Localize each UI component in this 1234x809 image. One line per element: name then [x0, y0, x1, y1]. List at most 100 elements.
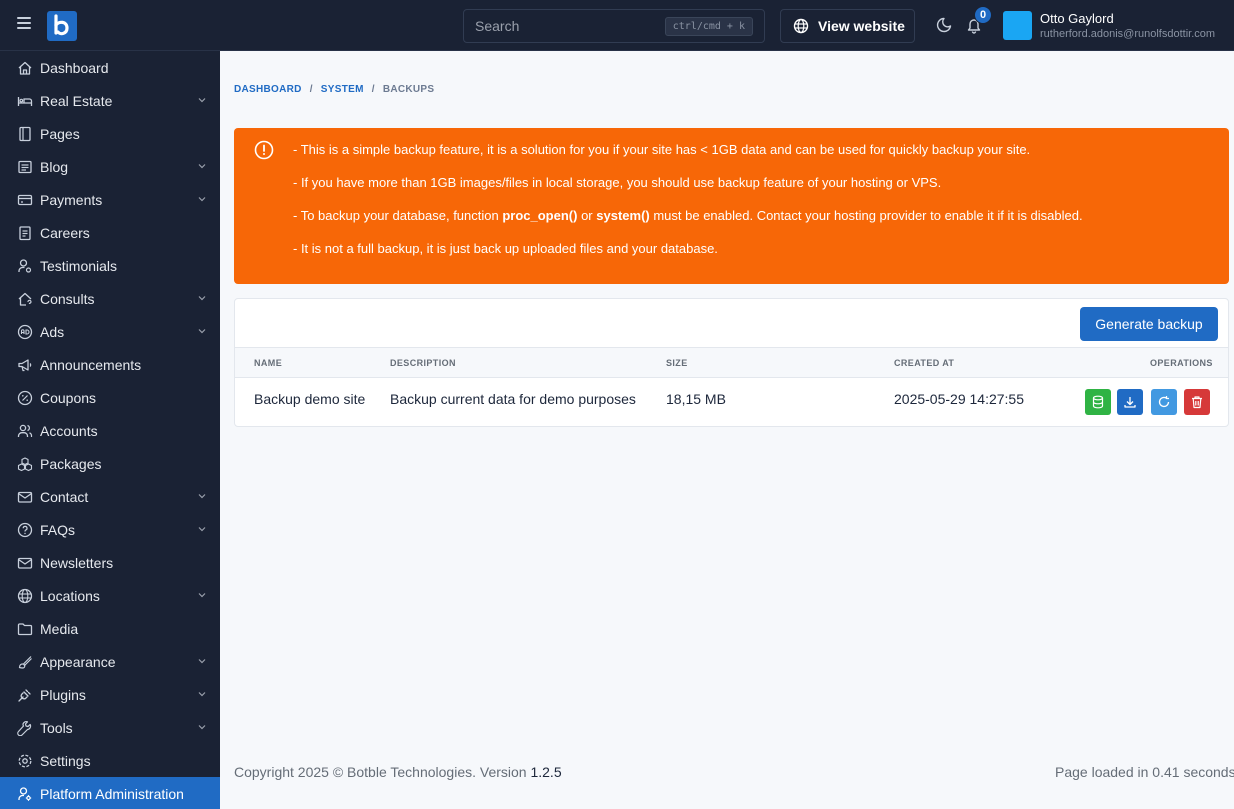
plug-icon: [18, 688, 31, 702]
breadcrumb-dashboard[interactable]: DASHBOARD: [234, 84, 302, 95]
sidebar-item-coupons[interactable]: Coupons: [0, 381, 220, 414]
sidebar-item-label: Blog: [40, 158, 69, 175]
trash-icon: [1192, 396, 1202, 409]
page-load-time: Page loaded in 0.41 seconds: [1055, 764, 1234, 780]
sidebar-item-label: Pages: [40, 125, 80, 142]
sidebar-item-appearance[interactable]: Appearance: [0, 645, 220, 678]
sidebar-item-testimonials[interactable]: Testimonials: [0, 249, 220, 282]
sidebar-item-announcements[interactable]: Announcements: [0, 348, 220, 381]
sidebar-item-packages[interactable]: Packages: [0, 447, 220, 480]
sidebar-item-label: Platform Administration: [40, 785, 184, 802]
sidebar-item-label: Contact: [40, 488, 89, 505]
restore-backup-button[interactable]: [1085, 389, 1111, 415]
sidebar-item-pages[interactable]: Pages: [0, 117, 220, 150]
user-email: rutherford.adonis@runolfsdottir.com: [1040, 28, 1216, 40]
footer-copyright: Copyright 2025 © Botble Technologies. Ve…: [234, 764, 562, 780]
chevron-down-icon: [198, 527, 206, 532]
alert-line: - To backup your database, function proc…: [293, 208, 1083, 223]
sidebar-item-label: Ads: [40, 323, 65, 340]
chevron-down-icon: [198, 692, 206, 697]
sidebar-item-label: Consults: [40, 290, 95, 307]
breadcrumb-system[interactable]: SYSTEM: [321, 84, 364, 95]
sidebar-item-label: Appearance: [40, 653, 116, 670]
chevron-down-icon: [198, 197, 206, 202]
column-header-size: SIZE: [666, 358, 688, 368]
sidebar-item-accounts[interactable]: Accounts: [0, 414, 220, 447]
mail-icon: [17, 491, 33, 503]
alert-function-name: proc_open(): [502, 208, 578, 223]
backup-description: Backup current data for demo purposes: [390, 391, 636, 407]
sidebar-item-newsletters[interactable]: Newsletters: [0, 546, 220, 579]
notification-count-badge: 0: [974, 6, 992, 24]
sidebar-item-label: Real Estate: [40, 92, 113, 109]
column-header-created-at: CREATED AT: [894, 358, 955, 368]
sidebar-item-label: Dashboard: [40, 59, 109, 76]
sidebar-item-blog[interactable]: Blog: [0, 150, 220, 183]
sidebar-item-real-estate[interactable]: Real Estate: [0, 84, 220, 117]
sidebar-item-label: Settings: [40, 752, 91, 769]
menu-toggle-icon[interactable]: [17, 17, 31, 31]
database-icon: [1092, 395, 1104, 409]
home-question-icon: [18, 292, 32, 306]
ad-circle-icon: [17, 324, 33, 339]
sidebar-item-label: Packages: [40, 455, 102, 472]
alert-line: - It is not a full backup, it is just ba…: [293, 241, 718, 256]
refresh-backup-button[interactable]: [1151, 389, 1177, 415]
breadcrumb: DASHBOARD / SYSTEM / BACKUPS: [234, 84, 434, 95]
app-logo[interactable]: [47, 11, 77, 41]
sidebar-item-tools[interactable]: Tools: [0, 711, 220, 744]
sidebar-item-media[interactable]: Media: [0, 612, 220, 645]
sidebar-item-label: Testimonials: [40, 257, 118, 274]
backup-warning-alert: - This is a simple backup feature, it is…: [234, 128, 1229, 284]
sidebar-item-label: Announcements: [40, 356, 142, 373]
sidebar-item-platform-administration[interactable]: Platform Administration: [0, 777, 220, 809]
chevron-down-icon: [198, 659, 206, 664]
chevron-down-icon: [198, 296, 206, 301]
sidebar-item-settings[interactable]: Settings: [0, 744, 220, 777]
view-website-button[interactable]: View website: [780, 9, 915, 43]
moon-icon[interactable]: [936, 17, 952, 33]
search-shortcut-hint: ctrl/cmd + k: [664, 16, 753, 36]
search-input[interactable]: Search ctrl/cmd + k: [463, 9, 765, 43]
home-icon: [18, 61, 32, 75]
backup-created-at: 2025-05-29 14:27:55: [894, 391, 1024, 407]
sidebar-item-label: Accounts: [40, 422, 98, 439]
avatar[interactable]: [1003, 11, 1032, 40]
credit-card-icon: [17, 194, 33, 205]
help-circle-icon: [17, 522, 33, 537]
breadcrumb-current: BACKUPS: [382, 84, 435, 95]
sidebar-item-plugins[interactable]: Plugins: [0, 678, 220, 711]
sidebar-item-dashboard[interactable]: Dashboard: [0, 51, 220, 84]
users-icon: [17, 424, 33, 437]
sidebar: Dashboard Real Estate Pages Blog Payment…: [0, 51, 220, 809]
sidebar-item-payments[interactable]: Payments: [0, 183, 220, 216]
breadcrumb-separator: /: [309, 84, 313, 95]
chevron-down-icon: [198, 593, 206, 598]
column-header-name: NAME: [254, 358, 283, 368]
clipboard-icon: [19, 225, 31, 240]
sidebar-item-contact[interactable]: Contact: [0, 480, 220, 513]
alert-text: must be enabled. Contact your hosting pr…: [649, 208, 1083, 223]
backup-name: Backup demo site: [254, 391, 366, 407]
sidebar-item-careers[interactable]: Careers: [0, 216, 220, 249]
sidebar-item-faqs[interactable]: FAQs: [0, 513, 220, 546]
generate-backup-button[interactable]: Generate backup: [1080, 307, 1218, 341]
download-backup-button[interactable]: [1117, 389, 1143, 415]
bed-icon: [17, 96, 33, 106]
version-number: 1.2.5: [530, 764, 562, 780]
brush-icon: [18, 655, 32, 669]
table-header: NAME DESCRIPTION SIZE CREATED AT OPERATI…: [235, 347, 1228, 378]
chevron-down-icon: [198, 329, 206, 334]
sidebar-item-label: Coupons: [40, 389, 97, 406]
mail-icon: [17, 557, 33, 569]
backups-card: Generate backup NAME DESCRIPTION SIZE CR…: [234, 298, 1229, 427]
top-bar: Search ctrl/cmd + k View website 0 Otto …: [0, 0, 1234, 51]
user-name[interactable]: Otto Gaylord: [1040, 11, 1114, 26]
view-website-label: View website: [818, 18, 905, 34]
delete-backup-button[interactable]: [1184, 389, 1210, 415]
sidebar-item-consults[interactable]: Consults: [0, 282, 220, 315]
tool-icon: [17, 720, 32, 736]
sidebar-item-locations[interactable]: Locations: [0, 579, 220, 612]
sidebar-item-label: Payments: [40, 191, 103, 208]
sidebar-item-ads[interactable]: Ads: [0, 315, 220, 348]
